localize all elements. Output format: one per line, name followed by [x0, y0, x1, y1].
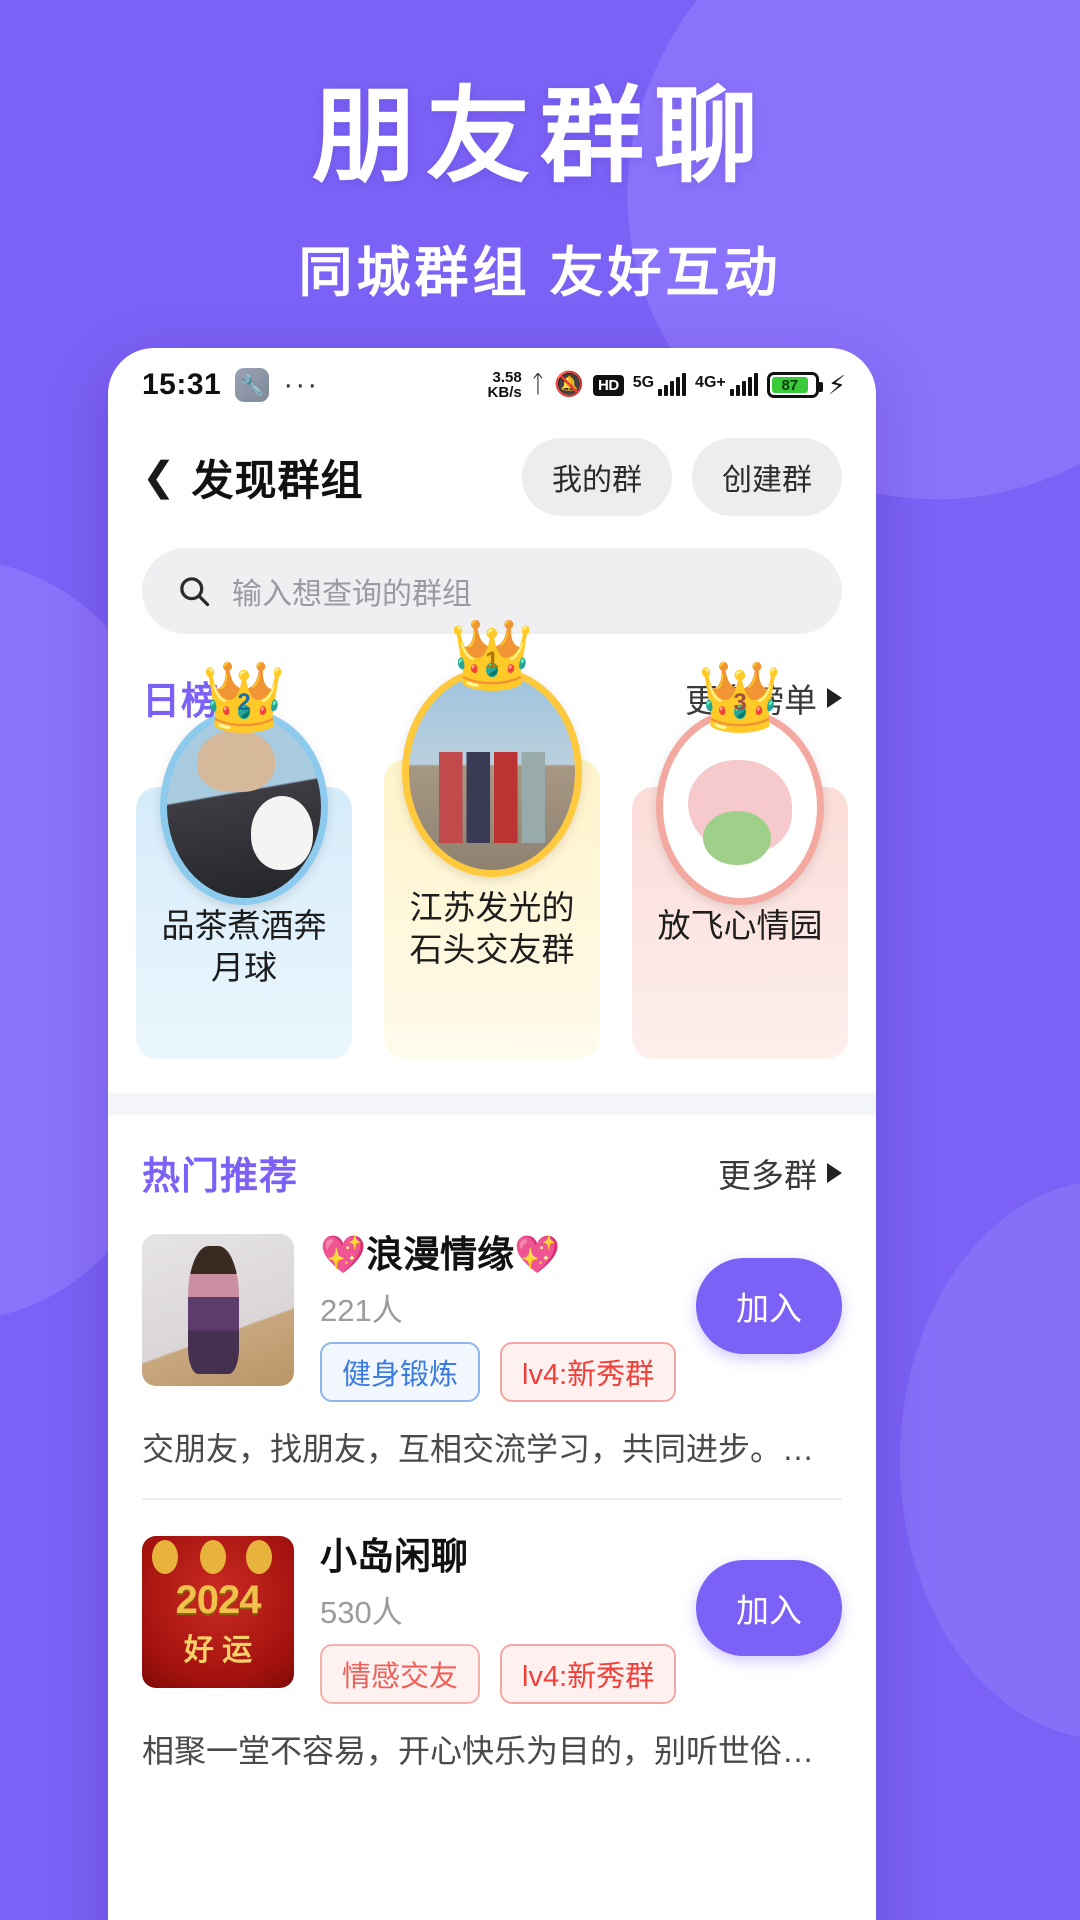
group-thumbnail: 2024 好 运: [142, 1535, 294, 1688]
group-name: 💖浪漫情缘💖: [320, 1234, 561, 1275]
battery-level: 87: [771, 377, 808, 394]
section-divider: [108, 1093, 876, 1115]
signal-sim1: 5G: [632, 373, 687, 396]
ranking-avatar-wrap: 👑 1: [402, 621, 582, 877]
ranking-card[interactable]: 👑 1 江苏发光的石头交友群: [384, 621, 600, 1059]
rank-number: 3: [733, 689, 747, 716]
signal-sim1-label: 5G: [632, 374, 655, 391]
list-item[interactable]: 💖浪漫情缘💖 221人 健身锻炼 lv4:新秀群 加入 交朋友，找朋友，互相交流…: [142, 1208, 842, 1510]
signal-sim2: 4G+: [695, 373, 758, 396]
page-title: 朋友群聊: [311, 79, 768, 195]
ranking-avatar-wrap: 👑 2: [160, 663, 328, 905]
hot-title: 热门推荐: [142, 1156, 299, 1198]
rank-number: 1: [485, 647, 499, 674]
overflow-dots-icon: ···: [283, 368, 320, 401]
group-description: 交朋友，找朋友，互相交流学习，共同进步。…: [142, 1431, 815, 1468]
list-item[interactable]: 2024 好 运 小岛闲聊 530人 情感交友 lv4:新秀群 加入 相聚一堂不…: [142, 1510, 842, 1784]
status-badge: 情感交友: [320, 1644, 481, 1705]
my-groups-button[interactable]: 我的群: [522, 438, 672, 516]
status-bar-left: 15:31 🔧 ···: [142, 368, 319, 402]
group-member-count: 221人: [320, 1293, 403, 1329]
battery-icon: 87: [766, 372, 823, 398]
nav-right-group: 我的群 创建群: [522, 438, 842, 516]
hd-icon: HD: [593, 374, 624, 396]
avatar: [656, 709, 824, 905]
status-time: 15:31: [142, 368, 222, 401]
group-description: 相聚一堂不容易，开心快乐为目的，别听世俗…: [142, 1733, 815, 1770]
group-tags: 健身锻炼 lv4:新秀群: [320, 1342, 677, 1403]
status-bar: 15:31 🔧 ··· 3.58 KB/s ᛏ 🔕 HD 5G 4G+ 87 ⚡: [108, 348, 876, 422]
group-thumbnail: [142, 1234, 294, 1386]
hero-section: 朋友群聊 同城群组 友好互动: [0, 0, 1080, 307]
more-groups-button[interactable]: 更多群: [718, 1149, 842, 1197]
ranking-card-name: 放飞心情园: [657, 907, 823, 944]
group-tags: 情感交友 lv4:新秀群: [320, 1644, 677, 1705]
nav-bar: ❮ 发现群组 我的群 创建群: [108, 422, 876, 526]
ranking-card[interactable]: 👑 3 放飞心情园: [632, 663, 848, 1059]
avatar: [402, 667, 582, 877]
group-info: 💖浪漫情缘💖 221人 健身锻炼 lv4:新秀群: [320, 1234, 677, 1403]
group-row: 💖浪漫情缘💖 221人 健身锻炼 lv4:新秀群 加入: [142, 1234, 842, 1403]
hot-section-header: 热门推荐 更多群: [108, 1115, 876, 1208]
chevron-left-icon[interactable]: ❮: [142, 454, 176, 500]
group-info: 小岛闲聊 530人 情感交友 lv4:新秀群: [320, 1535, 677, 1705]
rank-number: 2: [237, 689, 251, 716]
lantern-icon: [200, 1539, 226, 1574]
charging-bolt-icon: ⚡: [827, 369, 846, 400]
list-divider: [142, 1497, 842, 1500]
status-badge: 健身锻炼: [320, 1342, 481, 1403]
group-name: 小岛闲聊: [320, 1535, 468, 1577]
group-row: 2024 好 运 小岛闲聊 530人 情感交友 lv4:新秀群 加入: [142, 1535, 842, 1705]
page-subtitle: 同城群组 友好互动: [298, 242, 782, 303]
search-placeholder: 输入想查询的群组: [232, 578, 472, 611]
background-shape-bottom-right: [900, 1180, 1080, 1740]
nav-left-group: ❮ 发现群组: [142, 447, 364, 508]
lantern-icon: [246, 1539, 272, 1574]
signal-bars-sim1: [658, 373, 687, 396]
avatar: [160, 709, 328, 905]
ranking-card[interactable]: 👑 2 品茶煮酒奔月球: [136, 663, 352, 1059]
thumbnail-year-text: 2024: [175, 1578, 262, 1623]
signal-sim2-label: 4G+: [695, 374, 726, 391]
triangle-right-icon: [827, 1162, 842, 1183]
lantern-icon: [152, 1539, 178, 1574]
create-group-button[interactable]: 创建群: [692, 438, 842, 516]
nav-title: 发现群组: [191, 456, 364, 504]
network-speed: 3.58 KB/s: [488, 370, 522, 401]
join-button[interactable]: 加入: [696, 1559, 842, 1656]
wrench-icon: 🔧: [235, 368, 270, 402]
phone-mockup: 15:31 🔧 ··· 3.58 KB/s ᛏ 🔕 HD 5G 4G+ 87 ⚡…: [108, 348, 876, 1920]
thumbnail-luck-text: 好 运: [183, 1634, 253, 1668]
ranking-cards: 👑 2 品茶煮酒奔月球 👑 1 江苏发光的石头交友群 👑 3 放飞心情园: [108, 621, 876, 1093]
status-badge: lv4:新秀群: [500, 1342, 677, 1403]
network-speed-unit: KB/s: [487, 384, 522, 401]
group-member-count: 530人: [320, 1595, 403, 1631]
more-groups-label: 更多群: [718, 1156, 817, 1194]
signal-bars-sim2: [729, 373, 758, 396]
search-icon: [180, 577, 210, 607]
ranking-card-name: 品茶煮酒奔月球: [161, 907, 327, 986]
bell-muted-icon: 🔕: [554, 371, 585, 398]
status-bar-right: 3.58 KB/s ᛏ 🔕 HD 5G 4G+ 87 ⚡: [488, 370, 846, 401]
triangle-right-icon: [827, 687, 842, 708]
ranking-card-name: 江苏发光的石头交友群: [409, 889, 575, 968]
bluetooth-icon: ᛏ: [530, 371, 546, 398]
join-button[interactable]: 加入: [696, 1258, 842, 1354]
group-list: 💖浪漫情缘💖 221人 健身锻炼 lv4:新秀群 加入 交朋友，找朋友，互相交流…: [108, 1208, 876, 1783]
ranking-avatar-wrap: 👑 3: [656, 663, 824, 905]
status-badge: lv4:新秀群: [500, 1644, 677, 1705]
